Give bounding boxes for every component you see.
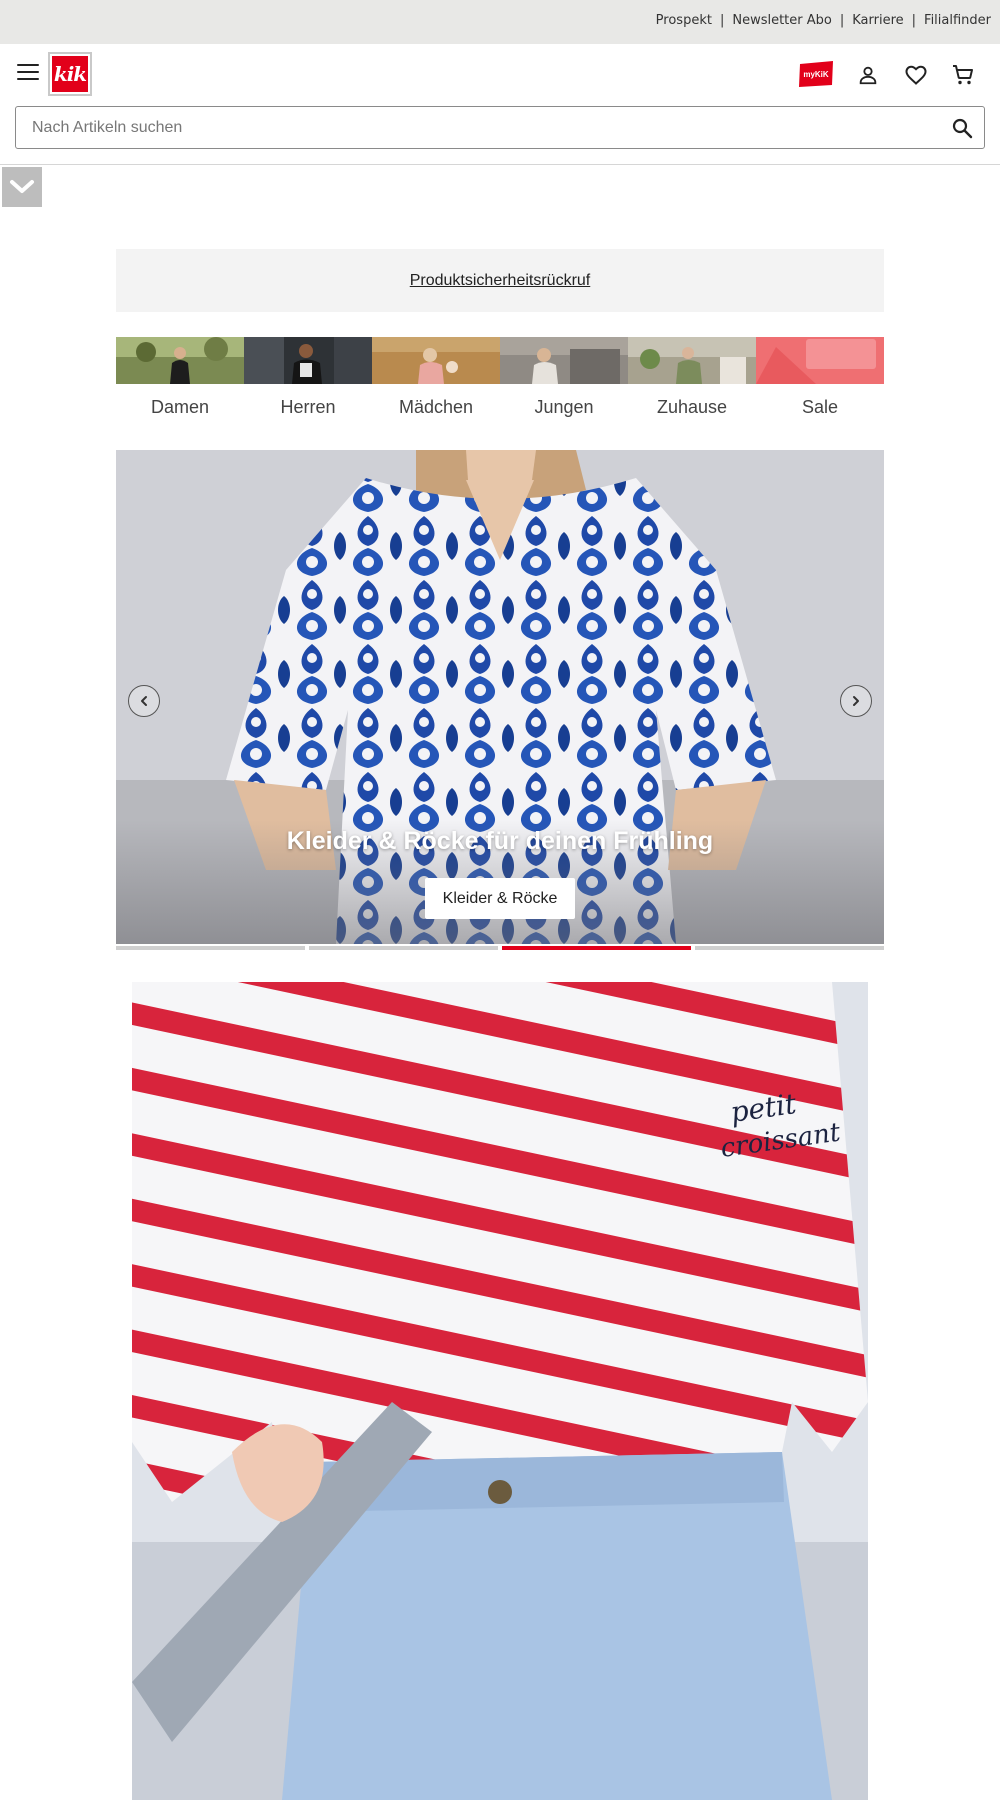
category-image-damen bbox=[116, 337, 244, 384]
product-recall-link[interactable]: Produktsicherheitsrückruf bbox=[410, 272, 591, 290]
category-label: Sale bbox=[801, 397, 839, 417]
utility-link-karriere[interactable]: Karriere bbox=[852, 13, 903, 28]
carousel-indicator-2[interactable] bbox=[309, 946, 498, 950]
mykik-icon[interactable]: myKiK bbox=[797, 60, 835, 88]
chevron-down-icon bbox=[10, 180, 34, 193]
utility-separator: | bbox=[911, 13, 917, 28]
utility-separator: | bbox=[839, 13, 845, 28]
category-label: Zuhause bbox=[656, 397, 728, 417]
header-divider bbox=[0, 164, 1000, 165]
carousel-indicator-1[interactable] bbox=[116, 946, 305, 950]
category-label: Mädchen bbox=[398, 397, 474, 417]
chevron-right-icon bbox=[853, 696, 859, 706]
mykik-text: myKiK bbox=[803, 70, 829, 79]
category-image-maedchen bbox=[372, 337, 500, 384]
search-input[interactable] bbox=[32, 107, 932, 148]
utility-links: Prospekt | Newsletter Abo | Karriere | F… bbox=[656, 13, 991, 28]
utility-link-filialfinder[interactable]: Filialfinder bbox=[924, 13, 991, 28]
kik-logo[interactable]: kik bbox=[48, 52, 92, 96]
category-damen[interactable]: Damen bbox=[116, 337, 244, 423]
category-label: Jungen bbox=[534, 397, 594, 417]
category-herren[interactable]: Herren bbox=[244, 337, 372, 423]
category-image-jungen bbox=[500, 337, 628, 384]
utility-link-newsletter[interactable]: Newsletter Abo bbox=[732, 13, 832, 28]
carousel-prev-button[interactable] bbox=[128, 685, 160, 717]
site-header: kik myKiK bbox=[0, 44, 1000, 106]
category-label: Damen bbox=[150, 397, 210, 417]
wishlist-icon[interactable] bbox=[903, 62, 929, 88]
carousel-indicator-3[interactable] bbox=[502, 946, 691, 950]
category-image-sale bbox=[756, 337, 884, 384]
search-icon[interactable] bbox=[950, 116, 974, 140]
category-image-zuhause bbox=[628, 337, 756, 384]
account-icon[interactable] bbox=[855, 62, 881, 88]
recall-banner: Produktsicherheitsrückruf bbox=[116, 249, 884, 312]
category-label: Herren bbox=[280, 397, 336, 417]
search-box bbox=[15, 106, 985, 149]
carousel-indicators bbox=[116, 946, 884, 950]
utility-separator: | bbox=[719, 13, 725, 28]
chevron-left-icon bbox=[141, 696, 147, 706]
category-nav: Damen Herren Mädchen Jungen Zuhause Sale bbox=[116, 337, 884, 423]
category-sale[interactable]: Sale bbox=[756, 337, 884, 423]
promo-image-kids[interactable]: petit croissant bbox=[132, 982, 868, 1800]
logo-text: kik bbox=[52, 56, 88, 92]
category-jungen[interactable]: Jungen bbox=[500, 337, 628, 423]
carousel-indicator-4[interactable] bbox=[695, 946, 884, 950]
category-maedchen[interactable]: Mädchen bbox=[372, 337, 500, 423]
hero-carousel: Kleider & Röcke für deinen Frühling Klei… bbox=[116, 450, 884, 944]
utility-link-prospekt[interactable]: Prospekt bbox=[656, 13, 712, 28]
hero-cta-button[interactable]: Kleider & Röcke bbox=[425, 878, 575, 919]
collapse-toggle-button[interactable] bbox=[2, 167, 42, 207]
hero-title: Kleider & Röcke für deinen Frühling bbox=[286, 827, 714, 855]
menu-icon[interactable] bbox=[17, 64, 39, 80]
carousel-next-button[interactable] bbox=[840, 685, 872, 717]
cart-icon[interactable] bbox=[950, 62, 976, 88]
utility-bar: Prospekt | Newsletter Abo | Karriere | F… bbox=[0, 0, 1000, 44]
category-zuhause[interactable]: Zuhause bbox=[628, 337, 756, 423]
category-image-herren bbox=[244, 337, 372, 384]
